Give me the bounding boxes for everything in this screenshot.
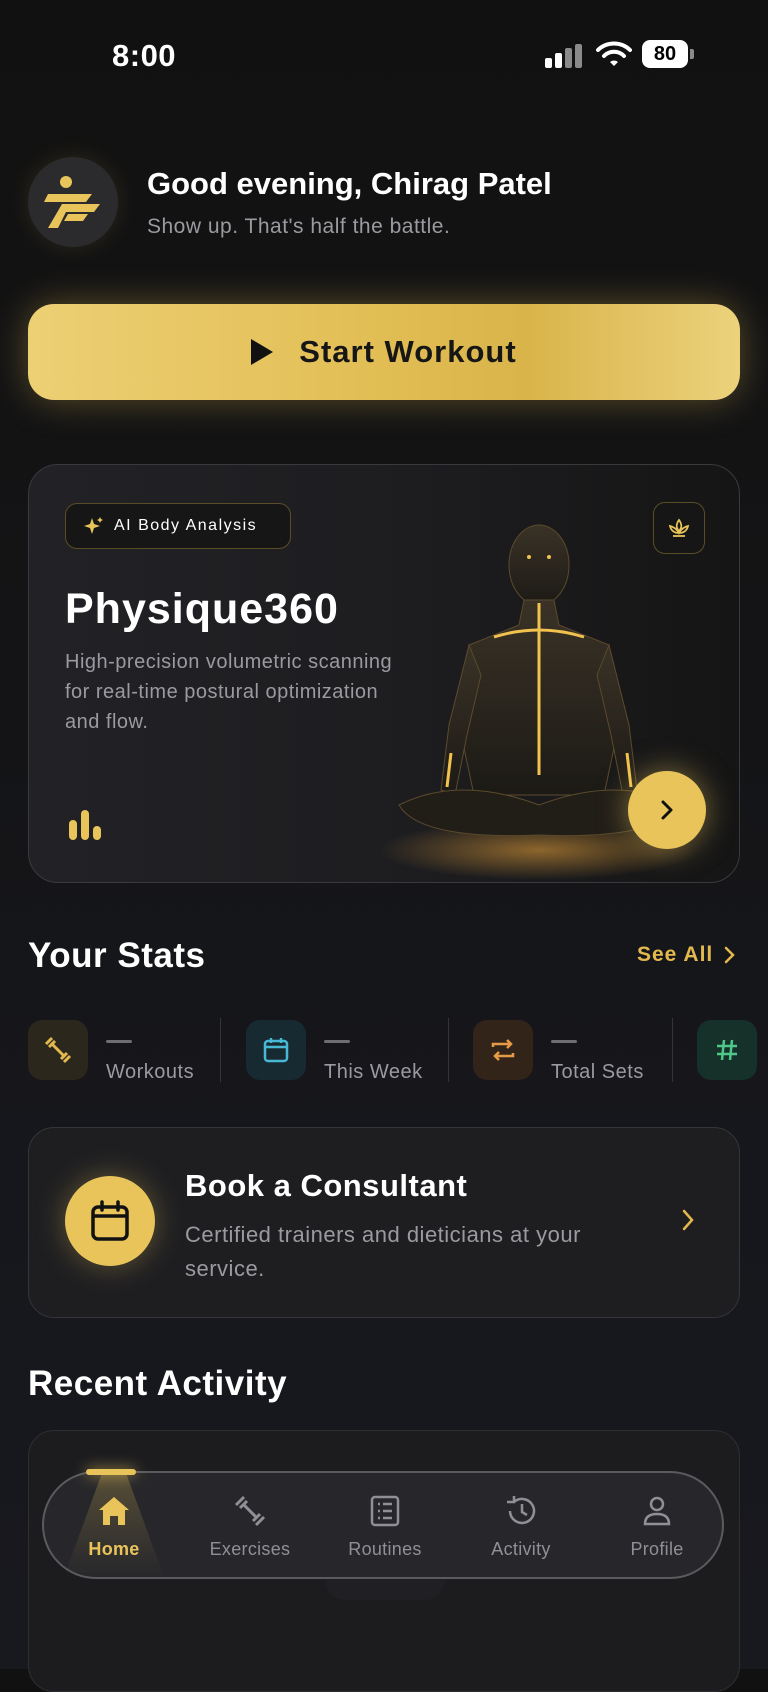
- bottom-navigation: Home Exercises Routines Activity Profile: [42, 1469, 724, 1579]
- logo-icon: [44, 176, 100, 228]
- recent-activity-title: Recent Activity: [28, 1364, 288, 1403]
- hash-icon: [697, 1020, 757, 1080]
- book-consultant-card[interactable]: Book a Consultant Certified trainers and…: [28, 1127, 740, 1318]
- nav-routines-label: Routines: [348, 1539, 422, 1559]
- active-tab-indicator: [86, 1469, 136, 1475]
- stat-count[interactable]: [697, 1020, 757, 1080]
- stat-workouts-label: Workouts: [106, 1061, 195, 1083]
- start-workout-label: Start Workout: [299, 334, 517, 369]
- wifi-icon: [596, 40, 632, 68]
- stat-total-sets[interactable]: Total Sets: [473, 1020, 644, 1084]
- physique360-title: Physique360: [65, 585, 339, 633]
- history-icon: [503, 1493, 539, 1529]
- physique360-open-button[interactable]: [628, 771, 706, 849]
- nav-profile-label: Profile: [630, 1539, 684, 1559]
- consultant-description: Certified trainers and dieticians at you…: [185, 1222, 581, 1281]
- stat-workouts[interactable]: Workouts: [28, 1020, 194, 1084]
- see-all-label: See All: [637, 943, 714, 966]
- battery-level: 80: [642, 40, 688, 68]
- nav-exercises[interactable]: Exercises: [190, 1493, 310, 1560]
- repeat-icon: [473, 1020, 533, 1080]
- sparkle-icon: [84, 517, 103, 534]
- signal-icon: [545, 44, 585, 68]
- stat-this-week[interactable]: This Week: [246, 1020, 423, 1084]
- nav-activity-label: Activity: [491, 1539, 551, 1559]
- nav-home[interactable]: Home: [54, 1493, 174, 1560]
- chevron-right-icon: [725, 946, 736, 964]
- nav-home-label: Home: [88, 1539, 140, 1559]
- status-time: 8:00: [112, 38, 177, 73]
- chevron-right-icon: [682, 1209, 694, 1231]
- ai-body-analysis-badge: AI Body Analysis: [65, 503, 291, 549]
- wellness-button[interactable]: [653, 502, 705, 554]
- battery-icon: 80: [642, 40, 694, 68]
- play-icon: [251, 339, 274, 365]
- bar-chart-icon: [69, 810, 101, 840]
- stat-workouts-value: [106, 1040, 132, 1043]
- greeting-subtitle: Show up. That's half the battle.: [147, 215, 451, 238]
- physique360-description: High-precision volumetric scanning for r…: [65, 651, 393, 733]
- calendar-icon: [246, 1020, 306, 1080]
- chevron-right-icon: [661, 800, 673, 820]
- stat-total-sets-label: Total Sets: [551, 1061, 644, 1083]
- greeting-title: Good evening, Chirag Patel: [147, 166, 552, 201]
- nav-profile[interactable]: Profile: [597, 1493, 717, 1560]
- home-indicator: [325, 1580, 445, 1600]
- start-workout-button[interactable]: Start Workout: [28, 304, 740, 400]
- home-icon: [96, 1493, 132, 1529]
- stat-this-week-label: This Week: [324, 1061, 423, 1083]
- dumbbell-icon: [28, 1020, 88, 1080]
- consultant-title: Book a Consultant: [185, 1168, 468, 1203]
- nav-activity[interactable]: Activity: [461, 1493, 581, 1560]
- stat-total-sets-value: [551, 1040, 577, 1043]
- ai-badge-label: AI Body Analysis: [114, 517, 258, 534]
- nav-routines[interactable]: Routines: [325, 1493, 445, 1560]
- profile-icon: [639, 1493, 675, 1529]
- consultant-calendar-icon: [65, 1176, 155, 1266]
- physique360-card[interactable]: AI Body Analysis Physique360 High-precis…: [28, 464, 740, 883]
- app-logo-avatar[interactable]: [28, 157, 118, 247]
- lotus-icon: [668, 518, 690, 537]
- see-all-link[interactable]: See All: [637, 943, 737, 967]
- stat-this-week-value: [324, 1040, 350, 1043]
- nav-exercises-label: Exercises: [209, 1539, 291, 1559]
- list-icon: [367, 1493, 403, 1529]
- stats-section-title: Your Stats: [28, 936, 206, 975]
- dumbbell-icon: [232, 1493, 268, 1529]
